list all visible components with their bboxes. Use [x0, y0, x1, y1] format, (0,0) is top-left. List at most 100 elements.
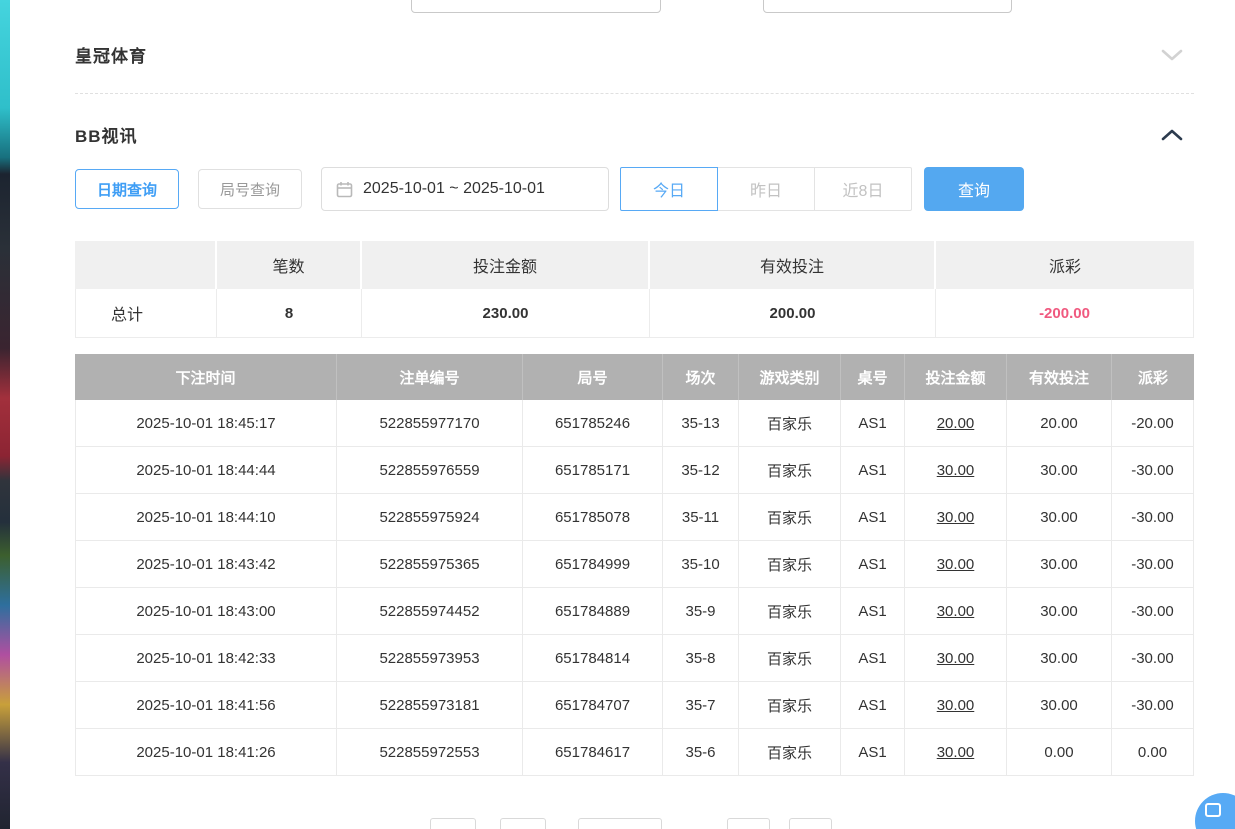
cell-round-no: 651784999 [523, 541, 663, 588]
pagination-button[interactable] [727, 818, 770, 829]
cell-game-type: 百家乐 [739, 400, 841, 447]
table-row: 2025-10-01 18:41:26 522855972553 6517846… [75, 729, 1194, 776]
bet-amount-link[interactable]: 30.00 [905, 588, 1007, 635]
cell-payout: -30.00 [1112, 494, 1194, 541]
round-query-tab[interactable]: 局号查询 [198, 169, 302, 209]
summary-valid-value: 200.00 [650, 289, 936, 338]
date-query-tab[interactable]: 日期查询 [75, 169, 179, 209]
cell-bet-time: 2025-10-01 18:44:44 [75, 447, 337, 494]
calendar-icon [336, 181, 353, 198]
pagination-button[interactable] [430, 818, 476, 829]
col-valid-bet: 有效投注 [1007, 354, 1112, 400]
chevron-up-icon[interactable] [1160, 128, 1194, 142]
cell-round-no: 651784707 [523, 682, 663, 729]
cell-order-no: 522855973181 [337, 682, 523, 729]
table-row: 2025-10-01 18:44:44 522855976559 6517851… [75, 447, 1194, 494]
cell-bet-time: 2025-10-01 18:44:10 [75, 494, 337, 541]
cell-game-type: 百家乐 [739, 447, 841, 494]
bet-amount-link[interactable]: 30.00 [905, 729, 1007, 776]
range-last8-button[interactable]: 近8日 [814, 167, 912, 211]
cell-game-type: 百家乐 [739, 588, 841, 635]
col-bet-amount: 投注金额 [905, 354, 1007, 400]
cell-order-no: 522855977170 [337, 400, 523, 447]
cell-valid-bet: 20.00 [1007, 400, 1112, 447]
cell-payout: -20.00 [1112, 400, 1194, 447]
section-title-crown: 皇冠体育 [75, 42, 147, 67]
cell-session: 35-7 [663, 682, 739, 729]
summary-header-row: 笔数 投注金额 有效投注 派彩 [75, 241, 1194, 289]
col-payout: 派彩 [1112, 354, 1194, 400]
bet-amount-link[interactable]: 30.00 [905, 635, 1007, 682]
summary-header-payout: 派彩 [936, 241, 1194, 289]
table-row: 2025-10-01 18:43:00 522855974452 6517848… [75, 588, 1194, 635]
cell-table-no: AS1 [841, 541, 905, 588]
pagination-button[interactable] [789, 818, 832, 829]
cell-valid-bet: 30.00 [1007, 635, 1112, 682]
bet-amount-link[interactable]: 30.00 [905, 682, 1007, 729]
cell-table-no: AS1 [841, 682, 905, 729]
col-game-type: 游戏类别 [739, 354, 841, 400]
top-cutoff-input-2[interactable] [763, 0, 1012, 13]
cell-bet-time: 2025-10-01 18:42:33 [75, 635, 337, 682]
summary-count-value: 8 [217, 289, 362, 338]
section-bb-video: BB视讯 [75, 94, 1194, 163]
cell-round-no: 651784814 [523, 635, 663, 682]
range-yesterday-button[interactable]: 昨日 [717, 167, 815, 211]
summary-bet-value: 230.00 [362, 289, 650, 338]
cell-order-no: 522855975924 [337, 494, 523, 541]
summary-header-count: 笔数 [217, 241, 362, 289]
chevron-down-icon[interactable] [1160, 48, 1194, 62]
cell-session: 35-10 [663, 541, 739, 588]
cell-payout: -30.00 [1112, 682, 1194, 729]
summary-total-row: 总计 8 230.00 200.00 -200.00 [75, 289, 1194, 338]
bet-amount-link[interactable]: 30.00 [905, 447, 1007, 494]
cell-table-no: AS1 [841, 729, 905, 776]
cell-round-no: 651785246 [523, 400, 663, 447]
cell-payout: -30.00 [1112, 541, 1194, 588]
bet-amount-link[interactable]: 30.00 [905, 494, 1007, 541]
summary-total-label: 总计 [75, 289, 217, 338]
date-range-value: 2025-10-01 ~ 2025-10-01 [363, 180, 545, 198]
cell-valid-bet: 30.00 [1007, 494, 1112, 541]
cell-order-no: 522855974452 [337, 588, 523, 635]
pagination-input[interactable] [578, 818, 662, 829]
cell-session: 35-12 [663, 447, 739, 494]
top-cutoff-input-1[interactable] [411, 0, 661, 13]
table-row: 2025-10-01 18:43:42 522855975365 6517849… [75, 541, 1194, 588]
cell-table-no: AS1 [841, 635, 905, 682]
cell-table-no: AS1 [841, 588, 905, 635]
table-row: 2025-10-01 18:42:33 522855973953 6517848… [75, 635, 1194, 682]
pagination-button[interactable] [500, 818, 546, 829]
cell-payout: -30.00 [1112, 447, 1194, 494]
bet-amount-link[interactable]: 20.00 [905, 400, 1007, 447]
col-session: 场次 [663, 354, 739, 400]
cell-round-no: 651785078 [523, 494, 663, 541]
date-range-input[interactable]: 2025-10-01 ~ 2025-10-01 [321, 167, 609, 211]
cell-bet-time: 2025-10-01 18:45:17 [75, 400, 337, 447]
cell-game-type: 百家乐 [739, 494, 841, 541]
customer-service-float-button[interactable] [1195, 793, 1235, 829]
bet-amount-link[interactable]: 30.00 [905, 541, 1007, 588]
cell-valid-bet: 30.00 [1007, 447, 1112, 494]
cell-round-no: 651784889 [523, 588, 663, 635]
cell-payout: 0.00 [1112, 729, 1194, 776]
cell-game-type: 百家乐 [739, 729, 841, 776]
range-today-button[interactable]: 今日 [620, 167, 718, 211]
background-art-strip [0, 0, 10, 829]
cell-valid-bet: 0.00 [1007, 729, 1112, 776]
search-button[interactable]: 查询 [924, 167, 1024, 211]
col-table-no: 桌号 [841, 354, 905, 400]
col-bet-time: 下注时间 [75, 354, 337, 400]
table-row: 2025-10-01 18:41:56 522855973181 6517847… [75, 682, 1194, 729]
cell-bet-time: 2025-10-01 18:41:26 [75, 729, 337, 776]
cell-table-no: AS1 [841, 494, 905, 541]
summary-payout-value: -200.00 [936, 289, 1194, 338]
cell-session: 35-9 [663, 588, 739, 635]
service-icon [1205, 803, 1221, 817]
cell-valid-bet: 30.00 [1007, 682, 1112, 729]
cell-payout: -30.00 [1112, 588, 1194, 635]
cell-order-no: 522855975365 [337, 541, 523, 588]
cell-order-no: 522855972553 [337, 729, 523, 776]
cell-session: 35-13 [663, 400, 739, 447]
bet-records-table: 下注时间 注单编号 局号 场次 游戏类别 桌号 投注金额 有效投注 派彩 202… [75, 354, 1194, 776]
